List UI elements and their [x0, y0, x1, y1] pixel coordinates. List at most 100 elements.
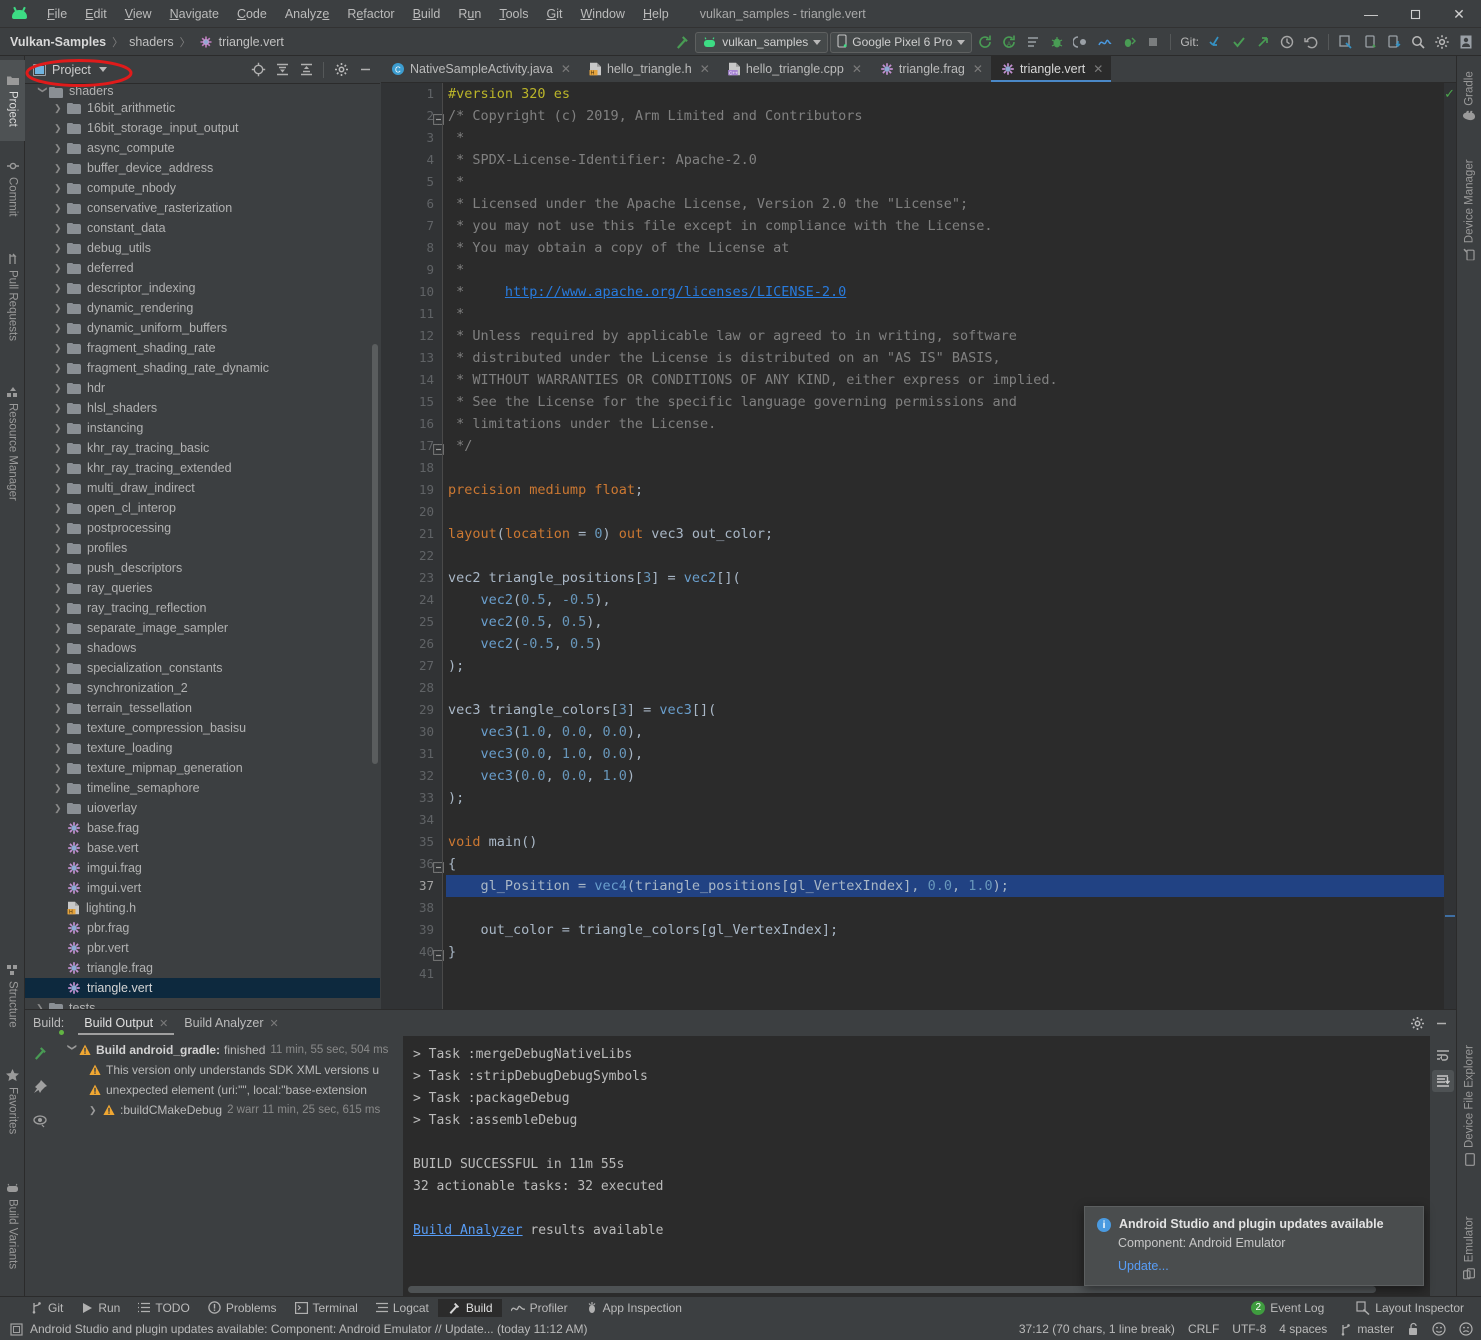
gutter-line-number[interactable]: 30 — [381, 721, 443, 743]
gutter-line-number[interactable]: 23 — [381, 567, 443, 589]
chevron-right-icon[interactable]: ❯ — [54, 243, 67, 254]
gutter-line-number[interactable]: 39 — [381, 919, 443, 941]
account-icon[interactable] — [1455, 31, 1477, 53]
status-widget-layout-inspector[interactable]: Layout Inspector — [1347, 1299, 1473, 1317]
project-tree-item[interactable]: ❯hdr — [25, 378, 380, 398]
code-line[interactable]: /* Copyright (c) 2019, Arm Limited and C… — [446, 105, 1456, 127]
editor-tab-close-icon[interactable]: ✕ — [561, 62, 571, 76]
build-tree-item[interactable]: unexpected element (uri:"", local:"base-… — [55, 1080, 403, 1100]
tool-window-tab-gradle[interactable]: Gradle — [1457, 60, 1481, 134]
build-tree-item[interactable]: ❯:buildCMakeDebug2 warr 11 min, 25 sec, … — [55, 1100, 403, 1120]
push-icon[interactable] — [1252, 31, 1274, 53]
close-button[interactable]: ✕ — [1437, 0, 1481, 28]
menu-help[interactable]: Help — [634, 4, 678, 24]
project-tree-item[interactable]: ❯ray_queries — [25, 578, 380, 598]
status-widget-event-log[interactable]: 2Event Log — [1242, 1299, 1333, 1317]
tool-window-button-run[interactable]: Run — [72, 1299, 129, 1317]
gutter-line-number[interactable]: 38 — [381, 897, 443, 919]
chevron-right-icon[interactable]: ❯ — [54, 563, 67, 574]
menu-analyze[interactable]: Analyze — [276, 4, 338, 24]
collapse-all-icon[interactable] — [295, 59, 317, 81]
code-line[interactable]: * WITHOUT WARRANTIES OR CONDITIONS OF AN… — [446, 369, 1456, 391]
project-tree-item[interactable]: ❯profiles — [25, 538, 380, 558]
chevron-right-icon[interactable]: ❯ — [54, 683, 67, 694]
project-tree-item[interactable]: ❯dynamic_rendering — [25, 298, 380, 318]
chevron-right-icon[interactable]: ❯ — [54, 463, 67, 474]
commit-icon[interactable] — [1228, 31, 1250, 53]
tool-window-tab-favorites[interactable]: Favorites — [0, 1054, 25, 1150]
chevron-right-icon[interactable]: ❯ — [54, 223, 67, 234]
gutter-line-number[interactable]: 17 — [381, 435, 443, 457]
project-tree-item[interactable]: ❯timeline_semaphore — [25, 778, 380, 798]
gutter-line-number[interactable]: 24 — [381, 589, 443, 611]
device-selector[interactable]: Google Pixel 6 Pro — [830, 32, 972, 53]
gutter-line-number[interactable]: 4 — [381, 149, 443, 171]
build-output-horizontal-scrollbar[interactable] — [408, 1286, 1376, 1293]
chevron-right-icon[interactable]: ❯ — [54, 763, 67, 774]
chevron-right-icon[interactable]: ❯ — [54, 803, 67, 814]
code-line[interactable]: ); — [446, 787, 1456, 809]
gutter-line-number[interactable]: 27 — [381, 655, 443, 677]
inspection-face-icon[interactable] — [1432, 1322, 1446, 1336]
gutter-line-number[interactable]: 5 — [381, 171, 443, 193]
code-line[interactable]: * See the License for the specific langu… — [446, 391, 1456, 413]
tool-window-tab-structure[interactable]: Structure — [0, 948, 25, 1044]
status-message[interactable]: Android Studio and plugin updates availa… — [30, 1322, 587, 1336]
project-tree-item[interactable]: ❯open_cl_interop — [25, 498, 380, 518]
locate-icon[interactable] — [247, 59, 269, 81]
code-line[interactable] — [446, 501, 1456, 523]
chevron-right-icon[interactable]: ❯ — [54, 443, 67, 454]
sync-project-icon[interactable]: A — [998, 31, 1020, 53]
build-tree-item[interactable]: ❯Build android_gradle:finished11 min, 55… — [55, 1040, 403, 1060]
tool-window-tab-project[interactable]: Project — [0, 60, 25, 141]
debug-icon[interactable] — [1046, 31, 1068, 53]
project-tree-item[interactable]: ❯async_compute — [25, 138, 380, 158]
gutter-line-number[interactable]: 10 — [381, 281, 443, 303]
gutter-line-number[interactable]: 11 — [381, 303, 443, 325]
code-line[interactable]: vec2(0.5, -0.5), — [446, 589, 1456, 611]
editor-tab-hello-triangle-cpp[interactable]: C++hello_triangle.cpp✕ — [718, 56, 870, 82]
project-tree-item[interactable]: ❯postprocessing — [25, 518, 380, 538]
project-tree-item[interactable]: ❯compute_nbody — [25, 178, 380, 198]
gutter-line-number[interactable]: 15 — [381, 391, 443, 413]
hide-panel-icon[interactable] — [354, 59, 376, 81]
chevron-right-icon[interactable]: ❯ — [54, 263, 67, 274]
gutter-line-number[interactable]: 37 — [381, 875, 443, 897]
breadcrumb-file[interactable]: triangle.vert — [219, 35, 284, 49]
git-branch-widget[interactable]: master — [1340, 1322, 1394, 1336]
project-tree-item[interactable]: pbr.vert — [25, 938, 380, 958]
code-line-highlighted[interactable]: gl_Position = vec4(triangle_positions[gl… — [446, 875, 1456, 897]
project-tree-item[interactable]: ❯shaders — [25, 86, 380, 98]
project-tree-item[interactable]: ❯uioverlay — [25, 798, 380, 818]
code-line[interactable] — [446, 677, 1456, 699]
tool-window-button-problems[interactable]: Problems — [199, 1299, 286, 1317]
gutter-line-number[interactable]: 2 — [381, 105, 443, 127]
gutter-line-number[interactable]: 32 — [381, 765, 443, 787]
chevron-right-icon[interactable]: ❯ — [54, 303, 67, 314]
gutter-line-number[interactable]: 14 — [381, 369, 443, 391]
project-tree-item[interactable]: ❯synchronization_2 — [25, 678, 380, 698]
device-manager-icon[interactable] — [1359, 31, 1381, 53]
code-line[interactable]: * distributed under the License is distr… — [446, 347, 1456, 369]
editor-tab-triangle-frag[interactable]: triangle.frag✕ — [870, 56, 991, 82]
project-tree-item[interactable]: Hlighting.h — [25, 898, 380, 918]
chevron-down-icon[interactable]: ❯ — [37, 86, 48, 98]
undo-icon[interactable] — [1300, 31, 1322, 53]
menu-run[interactable]: Run — [449, 4, 490, 24]
chevron-right-icon[interactable]: ❯ — [89, 1105, 103, 1116]
layout-inspector-icon[interactable] — [1335, 31, 1357, 53]
tool-window-button-profiler[interactable]: Profiler — [502, 1299, 577, 1317]
code-line[interactable]: precision mediump float; — [446, 479, 1456, 501]
project-tree-item[interactable]: ❯texture_loading — [25, 738, 380, 758]
build-tab-close-icon[interactable]: ✕ — [159, 1017, 168, 1030]
project-panel-title[interactable]: Project — [52, 63, 91, 77]
code-line[interactable]: * — [446, 171, 1456, 193]
code-line[interactable]: ); — [446, 655, 1456, 677]
maximize-button[interactable] — [1393, 0, 1437, 28]
settings-gear-icon[interactable] — [1431, 31, 1453, 53]
code-line[interactable]: vec2(0.5, 0.5), — [446, 611, 1456, 633]
stop-icon[interactable] — [1142, 31, 1164, 53]
notification-icon[interactable] — [10, 1323, 23, 1336]
breadcrumb-folder[interactable]: shaders — [129, 35, 173, 49]
update-project-icon[interactable] — [1204, 31, 1226, 53]
